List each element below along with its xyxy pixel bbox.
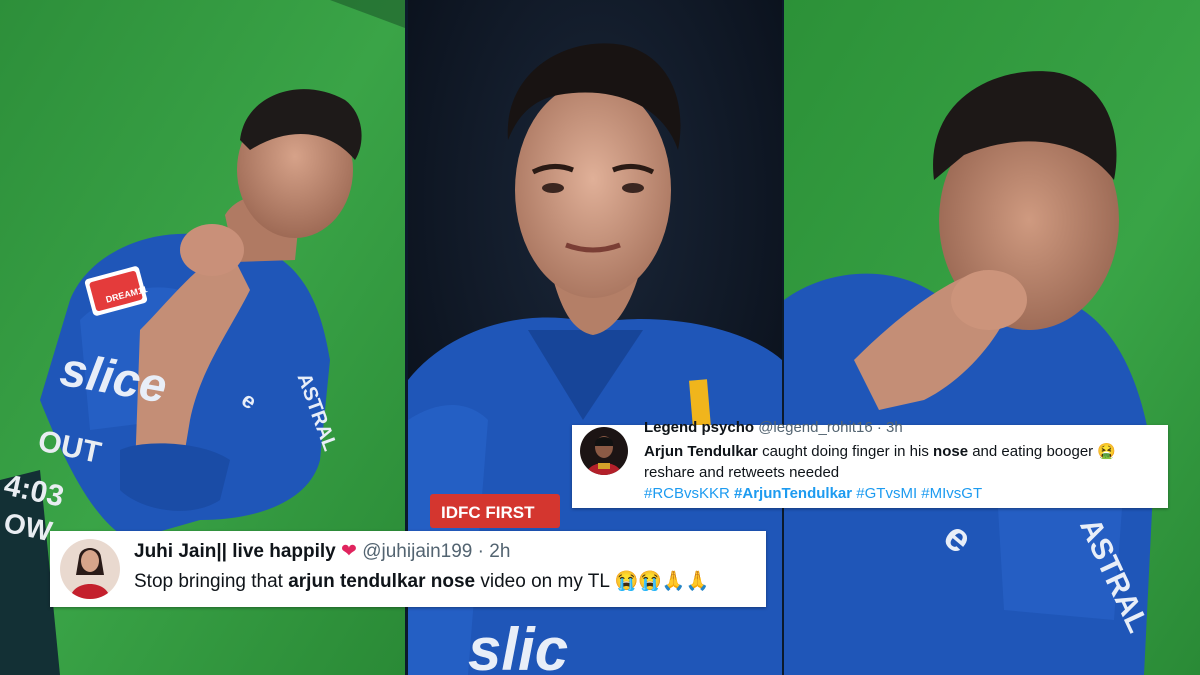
separator-dot: · — [477, 541, 484, 562]
hashtag-link[interactable]: #GTvsMI — [856, 485, 917, 502]
hashtag-link[interactable]: #RCBvsKKR — [644, 485, 730, 502]
mid-sponsor-text: IDFC FIRST — [441, 503, 535, 522]
tweet-time[interactable]: 2h — [489, 541, 510, 562]
right-photo-panel: ASTRAL e — [784, 0, 1200, 675]
user-avatar[interactable] — [580, 427, 628, 475]
user-handle[interactable]: @juhijain199 — [362, 541, 472, 562]
mid-brand-text: slic — [468, 616, 568, 675]
tweet-header: Juhi Jain|| live happily ❤ @juhijain199 … — [134, 540, 510, 563]
tweet-text-part: and eating booger — [968, 443, 1098, 460]
right-photo: ASTRAL e — [784, 0, 1200, 675]
tweet-time[interactable]: 3h — [886, 419, 903, 436]
tweet-emoji: 🤮 — [1097, 443, 1117, 460]
display-name[interactable]: Juhi Jain|| live happily — [134, 541, 336, 562]
tweet-text: Arjun Tendulkar caught doing finger in h… — [644, 441, 1164, 504]
separator-dot: · — [876, 419, 882, 436]
hashtag-line: #RCBvsKKR #ArjunTendulkar #GTvsMI #MIvsG… — [644, 483, 1164, 504]
tweet-line-2: reshare and retweets needed — [644, 464, 840, 481]
user-handle[interactable]: @legend_rohit16 — [758, 419, 872, 436]
tweet-emojis: 😭😭🙏🙏 — [614, 571, 710, 592]
tweet-text-bold: Arjun Tendulkar — [644, 443, 758, 460]
tweet-text-part: video on my TL — [475, 571, 615, 592]
tweet-header: Legend psycho @legend_rohit16 · 3h — [644, 419, 903, 436]
tweet-card-juhi[interactable]: Juhi Jain|| live happily ❤ @juhijain199 … — [50, 531, 766, 607]
hashtag-link[interactable]: #MIvsGT — [921, 485, 982, 502]
tweet-line-1: Arjun Tendulkar caught doing finger in h… — [644, 441, 1164, 462]
tweet-card-legend[interactable]: Legend psycho @legend_rohit16 · 3h Arjun… — [572, 419, 1168, 508]
tweet-text-part: caught doing finger in his — [757, 443, 934, 460]
user-avatar[interactable] — [60, 539, 120, 599]
tweet-text: Stop bringing that arjun tendulkar nose … — [134, 569, 709, 593]
heart-emoji: ❤ — [341, 541, 357, 562]
tweet-text-bold: arjun tendulkar nose — [288, 571, 476, 592]
hashtag-link[interactable]: #ArjunTendulkar — [734, 485, 852, 502]
tweet-text-bold: nose — [933, 443, 969, 460]
tweet-text-part: Stop bringing that — [134, 571, 289, 592]
display-name[interactable]: Legend psycho — [644, 419, 754, 436]
